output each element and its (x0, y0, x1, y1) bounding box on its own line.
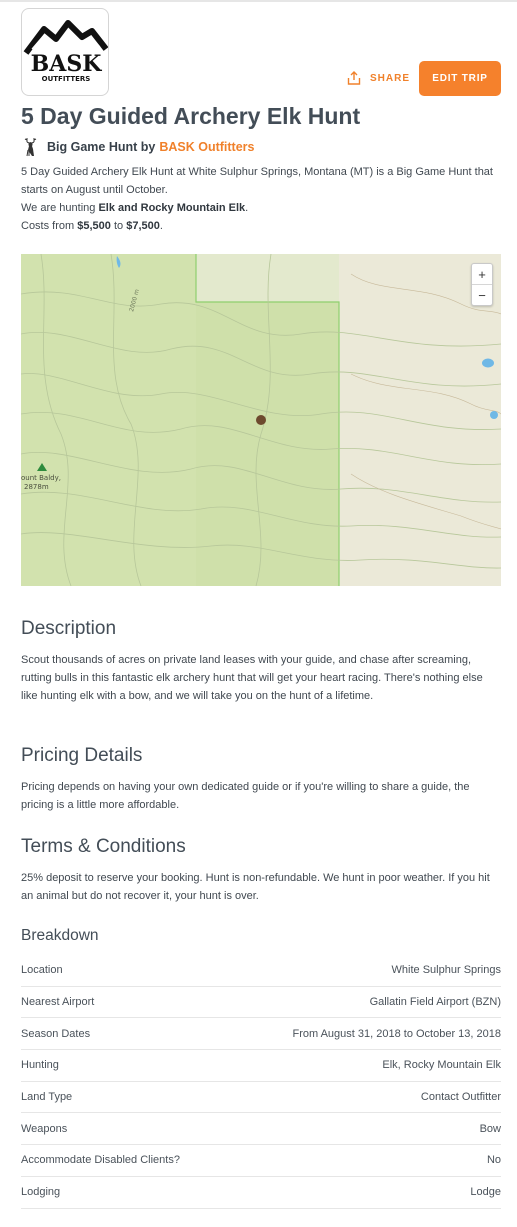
peak-elevation: 2878m (24, 483, 49, 491)
breakdown-heading: Breakdown (21, 927, 99, 944)
terms-text: 25% deposit to reserve your booking. Hun… (21, 872, 490, 902)
description-text: Scout thousands of acres on private land… (21, 654, 483, 702)
hunting-species: Elk and Rocky Mountain Elk (98, 202, 246, 214)
share-icon (347, 71, 361, 85)
breakdown-label: Lodging (21, 1186, 61, 1199)
logo-text: BASK (31, 51, 103, 77)
breakdown-label: Land Type (21, 1091, 73, 1104)
terrain-map[interactable]: 2000 m ount Baldy, 2878m (21, 254, 501, 586)
location-map[interactable]: 2000 m ount Baldy, 2878m (21, 254, 501, 586)
logo-subtext: OUTFITTERS (42, 75, 91, 83)
breakdown-label: Nearest Airport (21, 996, 95, 1009)
breakdown-row: Land Type Contact Outfitter (21, 1082, 501, 1114)
terms-heading: Terms & Conditions (21, 836, 186, 857)
breakdown-table: Location White Sulphur Springs Nearest Air… (21, 955, 501, 1209)
costs-prefix: Costs from (21, 220, 75, 232)
cost-to: $7,500 (126, 220, 160, 232)
breakdown-value: Contact Outfitter (420, 1091, 501, 1104)
breakdown-label: Location (21, 964, 63, 977)
breakdown-value: Bow (479, 1122, 501, 1135)
share-label: SHARE (370, 72, 411, 84)
breakdown-row: Weapons Bow (21, 1113, 501, 1146)
breakdown-row: Nearest Airport Gallatin Field Airport (B… (21, 987, 501, 1019)
zoom-out-button[interactable]: − (472, 285, 492, 306)
breakdown-value: No (486, 1154, 501, 1167)
breakdown-label: Accommodate Disabled Clients? (21, 1154, 180, 1167)
outfitter-link[interactable]: BASK Outfitters (159, 140, 254, 154)
breakdown-row: Season Dates From August 31, 2018 to Octo… (21, 1018, 501, 1051)
breakdown-value: Elk, Rocky Mountain Elk (382, 1059, 501, 1072)
subtitle-prefix: Big Game Hunt by (47, 140, 156, 154)
breakdown-value: White Sulphur Springs (391, 964, 501, 977)
breakdown-label: Weapons (21, 1122, 68, 1135)
pricing-heading: Pricing Details (21, 745, 143, 766)
share-button[interactable]: SHARE (346, 68, 410, 88)
deer-icon (24, 138, 37, 157)
breakdown-value: From August 31, 2018 to October 13, 2018 (292, 1027, 501, 1040)
cost-to-word: to (113, 220, 124, 232)
hunting-line: We are hunting Elk and Rocky Mountain El… (21, 202, 249, 214)
peak-name: ount Baldy, (21, 474, 61, 482)
breakdown-row: Accommodate Disabled Clients? No (21, 1145, 501, 1177)
trip-subtitle: Big Game Hunt by BASK Outfitters (21, 137, 255, 157)
zoom-in-button[interactable]: + (472, 264, 492, 285)
location-marker-icon[interactable] (256, 415, 266, 425)
description-heading: Description (21, 618, 117, 639)
trip-summary: 5 Day Guided Archery Elk Hunt at White S… (21, 163, 503, 235)
breakdown-label: Season Dates (21, 1027, 91, 1040)
map-zoom-controls: + − (471, 263, 493, 306)
outfitter-logo[interactable]: BASK OUTFITTERS (21, 8, 109, 96)
breakdown-row: Lodging Lodge (21, 1177, 501, 1209)
breakdown-row: Location White Sulphur Springs (21, 955, 501, 987)
breakdown-value: Gallatin Field Airport (BZN) (369, 996, 501, 1009)
breakdown-row: Hunting Elk, Rocky Mountain Elk (21, 1050, 501, 1082)
pricing-text: Pricing depends on having your own dedic… (21, 781, 470, 811)
page-title: 5 Day Guided Archery Elk Hunt (21, 103, 361, 129)
summary-text: 5 Day Guided Archery Elk Hunt at White S… (21, 166, 493, 196)
costs-line: Costs from $5,500 to $7,500. (21, 220, 163, 232)
breakdown-label: Hunting (21, 1059, 59, 1072)
breakdown-value: Lodge (470, 1186, 501, 1199)
edit-trip-button[interactable]: EDIT TRIP (419, 61, 501, 96)
cost-from: $5,500 (77, 220, 111, 232)
mountain-logo-icon: BASK OUTFITTERS (23, 20, 108, 83)
hunting-prefix: We are hunting (21, 202, 96, 214)
top-divider (0, 0, 517, 2)
